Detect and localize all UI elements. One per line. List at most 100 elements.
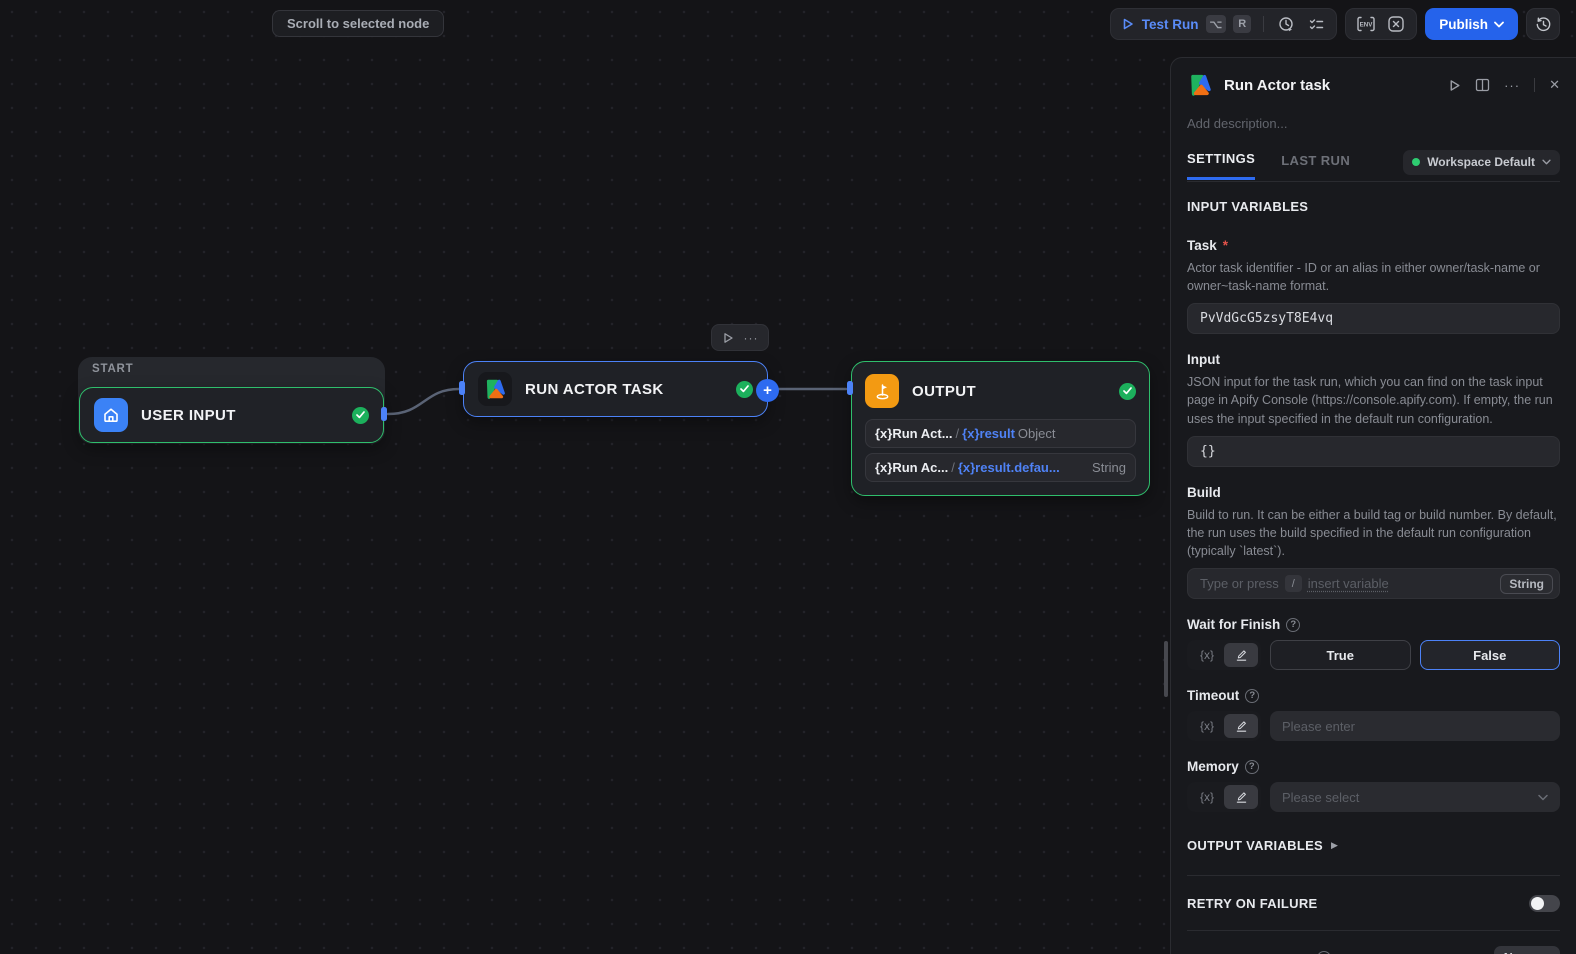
wait-true-button[interactable]: True [1270, 640, 1411, 670]
docs-book-icon[interactable] [1475, 78, 1490, 92]
output-node-title: OUTPUT [912, 382, 977, 400]
wait-for-finish-control: {x} True False [1187, 640, 1560, 670]
panel-tabs: SETTINGS LAST RUN Workspace Default [1187, 149, 1560, 182]
help-icon[interactable]: ? [1286, 617, 1301, 632]
variable-source: {x}Run Ac... [875, 460, 949, 475]
variable-type: Object [1017, 426, 1056, 441]
variable-separator: / [955, 426, 960, 441]
svg-text:ENV: ENV [1360, 22, 1374, 29]
task-input[interactable] [1187, 303, 1560, 335]
retry-on-failure-toggle[interactable] [1529, 894, 1560, 912]
node-more-icon[interactable]: ··· [744, 331, 759, 345]
timeout-control: {x} [1187, 711, 1560, 741]
build-type-badge: String [1500, 573, 1553, 594]
panel-actions: ··· ✕ [1448, 77, 1560, 93]
task-label-text: Task [1187, 238, 1217, 253]
output-input-port[interactable] [847, 381, 853, 395]
panel-header: Run Actor task ··· ✕ [1187, 71, 1560, 99]
variable-mode-button[interactable]: {x} [1190, 648, 1224, 662]
variable-mode-button[interactable]: {x} [1190, 790, 1224, 804]
help-icon[interactable]: ? [1245, 688, 1260, 703]
input-label-text: Input [1187, 352, 1220, 368]
history-clock-icon [1536, 16, 1550, 31]
edit-mode-button[interactable] [1224, 643, 1258, 667]
output-node[interactable]: OUTPUT {x}Run Act... / {x}result Object … [847, 361, 1150, 496]
memory-control: {x} Please select [1187, 782, 1560, 812]
retry-on-failure-row: RETRY ON FAILURE [1187, 890, 1560, 916]
node-play-icon[interactable] [722, 332, 734, 344]
panel-more-icon[interactable]: ··· [1504, 78, 1520, 93]
run-actor-task-input-port[interactable] [459, 381, 465, 395]
task-description: Actor task identifier - ID or an alias i… [1187, 261, 1540, 294]
description-placeholder[interactable]: Add description... [1187, 116, 1560, 131]
env-variables-icon[interactable]: ENV [1354, 12, 1378, 36]
tab-last-run[interactable]: LAST RUN [1281, 153, 1350, 179]
checklist-icon[interactable] [1304, 12, 1328, 36]
variable-separator: / [951, 460, 955, 475]
version-history-button[interactable] [1526, 8, 1560, 40]
play-icon [1121, 17, 1135, 31]
tab-settings[interactable]: SETTINGS [1187, 151, 1256, 180]
edit-mode-button[interactable] [1224, 785, 1258, 809]
build-input[interactable]: Type or press / insert variable String [1187, 568, 1560, 599]
shortcut-option-key: ⌥ [1205, 15, 1227, 33]
output-variable-row[interactable]: {x}Run Act... / {x}result Object [865, 419, 1136, 448]
output-node-header: OUTPUT [865, 374, 1136, 408]
required-asterisk: * [1222, 238, 1229, 253]
error-handling-heading-wrap: ERROR HANDLING ? [1187, 951, 1332, 954]
add-next-node-button[interactable]: + [756, 379, 779, 402]
user-input-node[interactable]: USER INPUT [79, 387, 387, 443]
wait-false-button[interactable]: False [1419, 640, 1560, 670]
value-mode-segmented-control: {x} [1187, 640, 1261, 670]
run-node-icon[interactable] [1448, 79, 1461, 92]
error-handling-select[interactable]: None [1493, 945, 1560, 954]
start-group-label: START [92, 363, 134, 375]
output-variables-section-toggle[interactable]: OUTPUT VARIABLES ▶ [1187, 838, 1560, 853]
task-label: Task * [1187, 238, 1560, 253]
timeout-label: Timeout ? [1187, 688, 1560, 703]
test-run-button[interactable]: Test Run ⌥ R [1119, 15, 1253, 33]
apify-logo-icon [478, 372, 512, 406]
variable-type: String [1092, 460, 1126, 475]
publish-button[interactable]: Publish [1425, 8, 1518, 40]
run-actor-task-node[interactable]: RUN ACTOR TASK + [459, 361, 779, 417]
user-input-output-port[interactable] [381, 407, 387, 421]
edit-mode-button[interactable] [1224, 714, 1258, 738]
output-variables-heading: OUTPUT VARIABLES [1187, 838, 1324, 853]
panel-title: Run Actor task [1224, 76, 1331, 94]
variables-group: ENV [1345, 8, 1418, 40]
workspace-selector[interactable]: Workspace Default [1403, 149, 1560, 175]
build-label-text: Build [1187, 484, 1221, 500]
variable-mode-button[interactable]: {x} [1190, 719, 1224, 733]
panel-resize-handle[interactable] [1164, 641, 1168, 697]
build-placeholder-prefix: Type or press [1200, 576, 1279, 591]
chevron-down-icon [1538, 794, 1548, 800]
test-run-label: Test Run [1141, 16, 1199, 32]
close-icon[interactable]: ✕ [1549, 77, 1560, 93]
variable-x-icon[interactable] [1384, 12, 1408, 36]
value-mode-segmented-control: {x} [1187, 711, 1261, 741]
output-valid-check-icon [1119, 382, 1136, 400]
input-variables-heading: INPUT VARIABLES [1187, 199, 1309, 214]
input-description: JSON input for the task run, which you c… [1187, 375, 1553, 426]
edge-userinput-to-actor [386, 387, 461, 416]
build-label: Build [1187, 485, 1560, 500]
node-hover-toolbar: ··· [711, 324, 769, 351]
apify-logo-icon [1187, 72, 1213, 98]
timeout-input[interactable] [1270, 711, 1560, 741]
help-icon[interactable]: ? [1244, 759, 1259, 774]
toolbar-divider [1263, 16, 1265, 32]
memory-select-placeholder: Please select [1282, 789, 1360, 805]
memory-select[interactable]: Please select [1270, 782, 1560, 812]
memory-label-text: Memory [1187, 759, 1239, 774]
section-divider [1187, 875, 1560, 876]
scroll-to-selected-node-button[interactable]: Scroll to selected node [272, 10, 445, 37]
workspace-label: Workspace Default [1427, 155, 1535, 169]
run-controls-group: Test Run ⌥ R [1109, 8, 1338, 40]
output-variable-row[interactable]: {x}Run Ac... / {x}result.defau... String [865, 453, 1136, 482]
run-history-icon[interactable] [1274, 12, 1298, 36]
panel-header-divider [1534, 78, 1536, 92]
toggle-knob [1531, 896, 1544, 910]
json-input[interactable] [1187, 435, 1560, 467]
input-label: Input [1187, 352, 1560, 367]
